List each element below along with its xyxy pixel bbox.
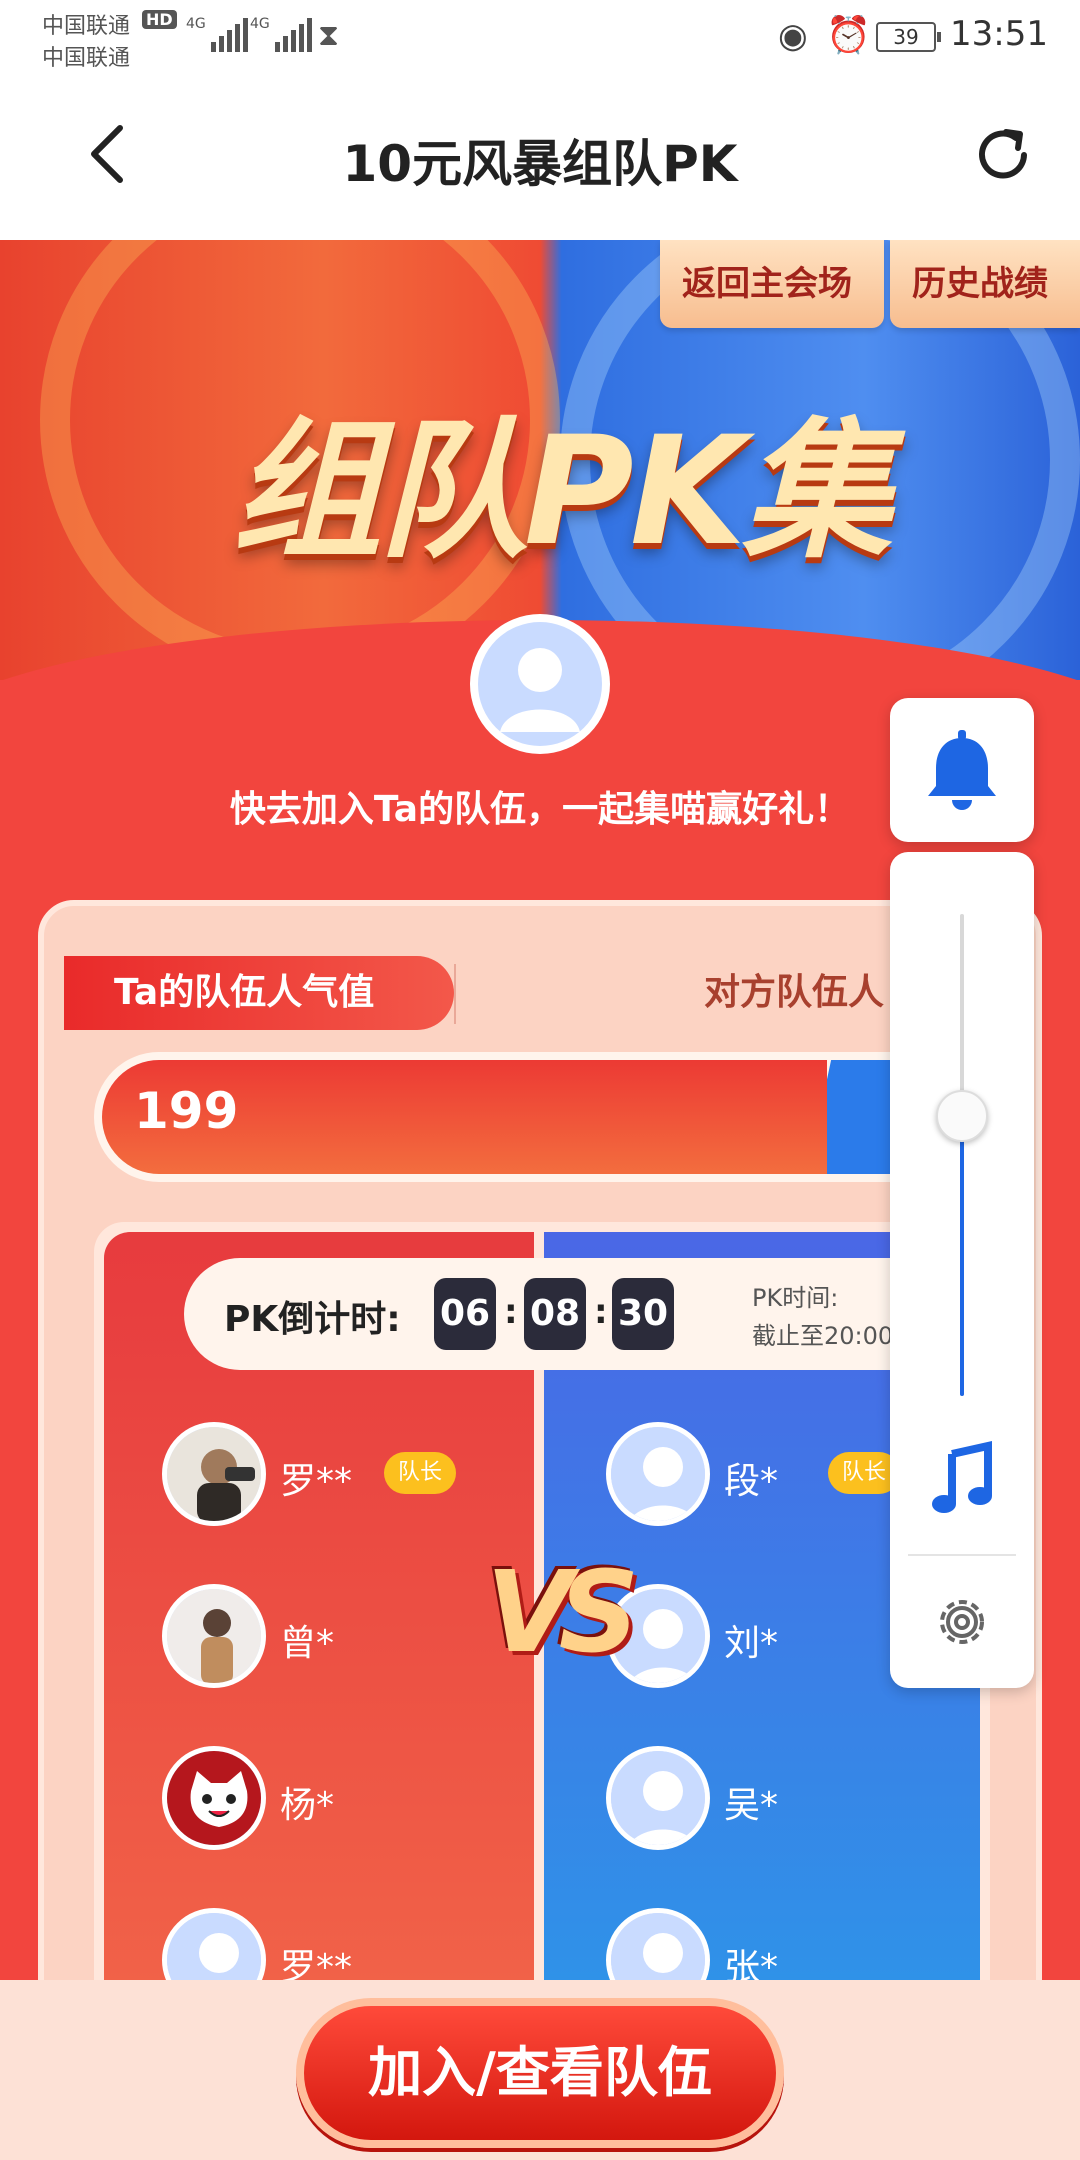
countdown-minutes: 08 xyxy=(524,1278,586,1350)
pk-time-label: PK时间: xyxy=(752,1284,839,1312)
avatar xyxy=(162,1746,266,1850)
countdown-hours: 06 xyxy=(434,1278,496,1350)
blue-team-member[interactable]: 张* xyxy=(606,1908,926,1980)
member-name: 曾* xyxy=(280,1623,335,1664)
music-button[interactable] xyxy=(928,1440,998,1520)
red-team-member[interactable]: 曾* xyxy=(162,1584,482,1694)
red-team-member[interactable]: 罗** xyxy=(162,1908,482,1980)
history-record-button[interactable]: 历史战绩 xyxy=(890,240,1080,328)
avatar xyxy=(162,1908,266,1980)
bell-icon xyxy=(928,730,996,810)
blue-team-member[interactable]: 段* 队长 xyxy=(606,1422,926,1532)
accessibility-panel xyxy=(890,852,1034,1688)
countdown-separator: : xyxy=(504,1292,518,1332)
bottom-action-area: 加入/查看队伍 xyxy=(0,1980,1080,2160)
countdown-pill: PK倒计时: 06 : 08 : 30 PK时间: 截止至20:00:00 xyxy=(184,1258,964,1370)
carrier-2: 中国联通 xyxy=(42,46,131,71)
volume-slider-fill xyxy=(960,1116,964,1396)
eye-icon: ◉ xyxy=(778,16,808,56)
member-name: 段* xyxy=(724,1461,779,1502)
notification-button[interactable] xyxy=(890,698,1034,842)
member-name: 罗** xyxy=(280,1947,353,1980)
join-view-team-button[interactable]: 加入/查看队伍 xyxy=(296,1998,784,2148)
volume-slider-thumb[interactable] xyxy=(936,1090,988,1142)
return-main-venue-button[interactable]: 返回主会场 xyxy=(660,240,884,328)
member-name: 吴* xyxy=(724,1785,779,1826)
vs-logo: VS xyxy=(486,1548,639,1678)
volume-slider[interactable] xyxy=(960,914,964,1396)
member-name: 杨* xyxy=(280,1785,335,1826)
red-team-member[interactable]: 罗** 队长 xyxy=(162,1422,482,1532)
avatar xyxy=(162,1422,266,1526)
avatar xyxy=(606,1746,710,1850)
hourglass-icon: ⧗ xyxy=(318,18,340,53)
carrier-1: 中国联通 xyxy=(42,14,131,39)
status-bar: 中国联通 中国联通 HD 4G 4G ⧗ ◉ ⏰ 39 13:51 xyxy=(0,0,1080,72)
settings-button[interactable] xyxy=(930,1590,994,1654)
countdown-label: PK倒计时: xyxy=(224,1299,401,1340)
status-time: 13:51 xyxy=(950,14,1048,54)
page-title: 10元风暴组队PK xyxy=(342,135,738,193)
tab-opponent-popularity[interactable]: 对方队伍人 xyxy=(704,956,884,1030)
refresh-icon xyxy=(979,129,1027,179)
my-team-score: 199 xyxy=(134,1082,239,1140)
avatar xyxy=(162,1584,266,1688)
tab-divider xyxy=(454,964,456,1024)
nav-bar: 10元风暴组队PK xyxy=(0,72,1080,240)
score-bar: 199 xyxy=(94,1052,1021,1182)
alarm-icon: ⏰ xyxy=(826,15,871,56)
hd-badge: HD xyxy=(142,10,177,29)
panel-divider xyxy=(908,1554,1016,1556)
gear-icon xyxy=(940,1600,984,1644)
refresh-button[interactable] xyxy=(968,120,1038,190)
captain-badge: 队长 xyxy=(384,1452,456,1494)
countdown-separator: : xyxy=(594,1292,608,1332)
avatar xyxy=(606,1422,710,1526)
main-content[interactable]: 组队PK集喵 返回主会场 历史战绩 快去加入Ta的队伍，一起集喵赢好礼！ Ta的… xyxy=(0,240,1080,1980)
member-name: 张* xyxy=(724,1947,779,1980)
member-name: 刘* xyxy=(724,1623,779,1664)
default-avatar-icon xyxy=(478,622,602,746)
signal-2-icon: 4G xyxy=(250,16,312,52)
member-name: 罗** xyxy=(280,1461,353,1502)
tab-my-team-popularity[interactable]: Ta的队伍人气值 xyxy=(64,956,454,1030)
pk-arena: PK倒计时: 06 : 08 : 30 PK时间: 截止至20:00:00 罗*… xyxy=(94,1222,990,1980)
signal-1-icon: 4G xyxy=(186,16,248,52)
avatar xyxy=(606,1908,710,1980)
red-team-member[interactable]: 杨* xyxy=(162,1746,482,1856)
blue-team-member[interactable]: 吴* xyxy=(606,1746,926,1856)
music-icon xyxy=(932,1441,992,1513)
team-leader-avatar[interactable] xyxy=(470,614,610,754)
countdown-seconds: 30 xyxy=(612,1278,674,1350)
battery-icon: 39 xyxy=(876,22,941,52)
